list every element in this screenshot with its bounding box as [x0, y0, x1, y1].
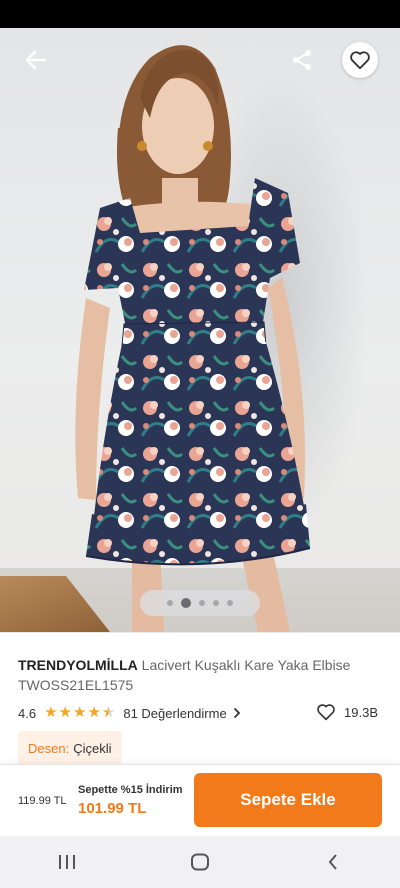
- favorite-button[interactable]: [342, 42, 378, 78]
- back-button[interactable]: [16, 42, 56, 78]
- recent-apps-button[interactable]: [37, 842, 97, 882]
- status-bar: [0, 0, 400, 28]
- product-info: TRENDYOLMİLLA Lacivert Kuşaklı Kare Yaka…: [0, 632, 400, 765]
- star-icon: ★: [87, 704, 101, 721]
- chevron-right-icon: [233, 707, 240, 719]
- rating-value: 4.6: [18, 705, 37, 721]
- old-price: 119.99 TL: [18, 795, 67, 807]
- add-to-cart-button[interactable]: Sepete Ekle: [194, 773, 382, 827]
- reviews-label: 81 Değerlendirme: [123, 705, 227, 721]
- half-star-icon: ★: [101, 704, 116, 721]
- product-code: TWOSS21EL1575: [18, 677, 134, 693]
- product-name: Lacivert Kuşaklı Kare Yaka Elbise: [141, 657, 351, 673]
- like-count-value: 19.3B: [344, 704, 378, 720]
- reviews-link[interactable]: 81 Değerlendirme: [123, 706, 240, 721]
- system-back-button[interactable]: [303, 842, 363, 882]
- home-icon: [190, 853, 209, 871]
- pagination-dot: [227, 600, 233, 606]
- share-button[interactable]: [282, 42, 322, 78]
- pattern-attribute-chip[interactable]: Desen: Çiçekli: [18, 731, 122, 765]
- share-icon: [293, 50, 311, 70]
- arrow-left-icon: [25, 50, 47, 70]
- home-button[interactable]: [170, 842, 230, 882]
- pagination-dot: [199, 600, 205, 606]
- product-photo: [75, 45, 311, 632]
- star-icon: ★: [58, 704, 72, 721]
- product-title: TRENDYOLMİLLA Lacivert Kuşaklı Kare Yaka…: [18, 655, 388, 695]
- star-icon: ★: [72, 704, 87, 721]
- product-brand[interactable]: TRENDYOLMİLLA: [18, 657, 138, 673]
- like-count[interactable]: 19.3B: [316, 703, 378, 721]
- pattern-key: Desen:: [28, 740, 70, 756]
- pattern-value: Çiçekli: [73, 740, 112, 756]
- star-icon: ★: [44, 704, 58, 721]
- rating-row: 4.6 ★ ★ ★ ★ ★ 81 Değerlendirme 19.3B: [18, 703, 382, 723]
- heart-icon: [350, 51, 370, 70]
- product-image-gallery[interactable]: [0, 28, 400, 632]
- pagination-dot-active: [181, 598, 191, 608]
- buy-bar: 119.99 TL Sepette %15 İndirim 101.99 TL …: [0, 764, 400, 836]
- new-price: 101.99 TL: [78, 800, 147, 817]
- discount-label: Sepette %15 İndirim: [78, 784, 183, 796]
- system-nav-bar: [0, 836, 400, 888]
- heart-outline-icon: [317, 704, 335, 721]
- pagination-dot: [167, 600, 173, 606]
- rating-stars: ★ ★ ★ ★ ★: [44, 705, 115, 721]
- pagination-dot: [213, 600, 219, 606]
- recent-apps-icon: [58, 855, 75, 869]
- gallery-pagination: [140, 590, 260, 616]
- nav-back-icon: [328, 854, 338, 870]
